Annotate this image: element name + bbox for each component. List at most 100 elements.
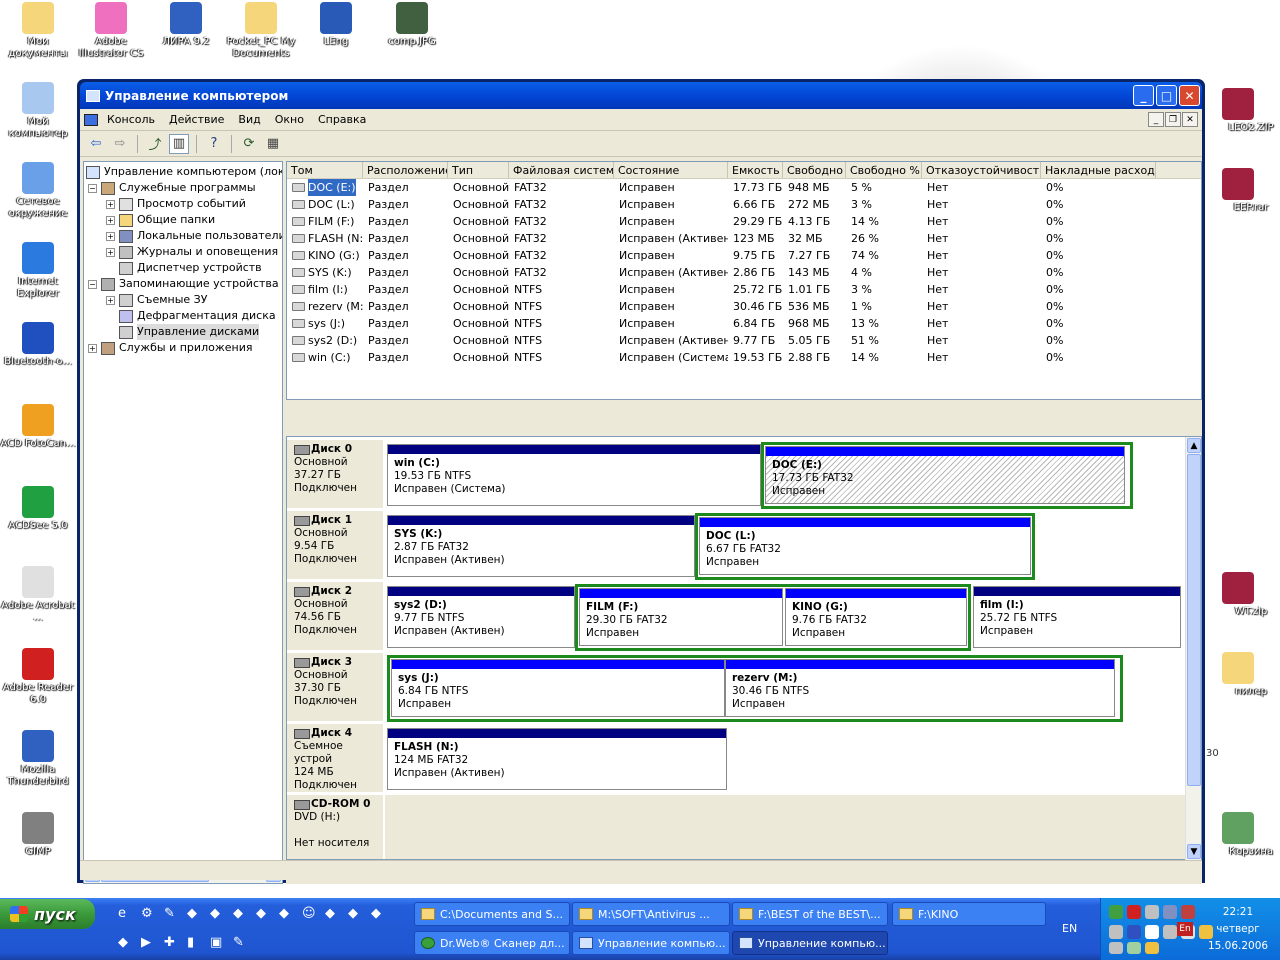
desktop-icon[interactable]: ЛИРА 9.2: [148, 2, 224, 48]
quick-launch-icon[interactable]: ✚: [164, 935, 175, 950]
table-row[interactable]: sys (J:) Раздел Основной NTFS Исправен 6.84 Г…: [287, 315, 1201, 332]
refresh-button[interactable]: ⟳: [239, 134, 259, 154]
table-row[interactable]: FILM (F:) Раздел Основной FAT32 Исправен 29.2…: [287, 213, 1201, 230]
tree-item[interactable]: − Запоминающие устройства: [88, 276, 279, 292]
menu-view[interactable]: Вид: [231, 113, 267, 126]
scroll-down-arrow[interactable]: ▼: [1187, 844, 1201, 859]
tray-icon[interactable]: [1109, 905, 1123, 919]
tree-expander[interactable]: +: [106, 199, 115, 209]
scroll-up-arrow[interactable]: ▲: [1187, 438, 1201, 453]
properties-button[interactable]: ▦: [263, 134, 283, 154]
quick-launch-icon[interactable]: ◆: [118, 935, 128, 950]
table-row[interactable]: sys2 (D:) Раздел Основной NTFS Исправен (Акт…: [287, 332, 1201, 349]
maximize-button[interactable]: □: [1156, 85, 1177, 106]
tray-icon[interactable]: [1145, 942, 1159, 954]
quick-launch-icon[interactable]: ◆: [279, 906, 289, 921]
quick-launch-icon[interactable]: ◆: [325, 906, 335, 921]
disk-label[interactable]: Диск 3 Основной 37.30 ГБ Подключен: [287, 653, 384, 721]
partition[interactable]: SYS (K:) 2.87 ГБ FAT32 Исправен (Активен): [387, 515, 695, 577]
partition[interactable]: film (I:) 25.72 ГБ NTFS Исправен: [973, 586, 1181, 648]
menu-window[interactable]: Окно: [268, 113, 311, 126]
quick-launch-icon[interactable]: ▶: [141, 935, 151, 950]
quick-launch-icon[interactable]: ▮: [187, 935, 194, 950]
tree-item[interactable]: + Просмотр событий: [106, 196, 246, 212]
partition[interactable]: rezerv (M:) 30.46 ГБ NTFS Исправен: [725, 659, 1115, 717]
menu-console[interactable]: Консоль: [100, 113, 162, 126]
tree-item[interactable]: + Службы и приложения: [88, 340, 252, 356]
desktop-icon[interactable]: comp.JPG: [374, 2, 450, 48]
table-row[interactable]: rezerv (M:) Раздел Основной NTFS Исправен 30.…: [287, 298, 1201, 315]
close-button[interactable]: ✕: [1179, 85, 1200, 106]
tray-language-icon[interactable]: En: [1177, 922, 1193, 936]
minimize-button[interactable]: _: [1133, 85, 1154, 106]
desktop-icon[interactable]: Мой компьютер: [0, 82, 76, 140]
tray-icon[interactable]: [1181, 905, 1195, 919]
disk-view-scrollbar[interactable]: ▲ ▼: [1185, 437, 1201, 860]
mdi-restore-button[interactable]: ❐: [1165, 112, 1181, 127]
desktop-icon[interactable]: Корзина: [1204, 812, 1280, 858]
desktop-icon[interactable]: пилер: [1204, 652, 1280, 698]
scroll-thumb[interactable]: [1187, 454, 1201, 786]
partition[interactable]: KINO (G:) 9.76 ГБ FAT32 Исправен: [785, 588, 967, 646]
quick-launch-icon[interactable]: ✎: [164, 906, 175, 921]
tree-expander[interactable]: −: [88, 279, 97, 289]
partition[interactable]: sys2 (D:) 9.77 ГБ NTFS Исправен (Активен): [387, 586, 575, 648]
desktop-icon[interactable]: EEP.rar: [1204, 168, 1280, 214]
column-header[interactable]: Емкость: [728, 162, 783, 178]
start-button[interactable]: пуск: [0, 899, 95, 929]
quick-launch-icon[interactable]: ✎: [233, 935, 244, 950]
language-indicator[interactable]: EN: [1062, 922, 1077, 935]
tray-icon[interactable]: [1163, 905, 1177, 919]
tray-icon[interactable]: [1109, 942, 1123, 954]
partition[interactable]: win (C:) 19.53 ГБ NTFS Исправен (Система): [387, 444, 761, 506]
quick-launch-icon[interactable]: ☺: [302, 906, 316, 921]
tree-item[interactable]: + Съемные ЗУ: [106, 292, 207, 308]
column-header[interactable]: Состояние: [614, 162, 728, 178]
partition[interactable]: FLASH (N:) 124 МБ FAT32 Исправен (Активен): [387, 728, 727, 790]
column-header[interactable]: Свободно: [783, 162, 846, 178]
partition[interactable]: DOC (L:) 6.67 ГБ FAT32 Исправен: [699, 517, 1031, 575]
desktop-icon[interactable]: Сетевое окружение: [0, 162, 76, 220]
desktop-icon[interactable]: ACDSee 5.0: [0, 486, 76, 532]
tree-item[interactable]: − Служебные программы: [88, 180, 256, 196]
tray-icon[interactable]: [1109, 925, 1123, 939]
desktop-icon[interactable]: Adobe Illustrator CS: [73, 2, 149, 60]
desktop-icon[interactable]: ACD FotoCan...: [0, 404, 76, 450]
tree-expander[interactable]: +: [106, 231, 115, 241]
disk-label[interactable]: Диск 1 Основной 9.54 ГБ Подключен: [287, 511, 384, 579]
quick-launch-icon[interactable]: ◆: [233, 906, 243, 921]
taskbar-button[interactable]: Управление компью...: [732, 931, 888, 955]
mdi-minimize-button[interactable]: _: [1148, 112, 1164, 127]
column-header[interactable]: Накладные расходы: [1041, 162, 1156, 178]
column-header[interactable]: Тип: [448, 162, 509, 178]
disk-label[interactable]: Диск 4 Съемное устрой 124 МБ Подключен: [287, 724, 384, 792]
disk-label[interactable]: CD-ROM 0 DVD (H:) Нет носителя: [287, 795, 384, 859]
mdi-close-button[interactable]: ✕: [1182, 112, 1198, 127]
desktop-icon[interactable]: LEng: [298, 2, 374, 48]
desktop-icon[interactable]: LEO2.ZIP: [1204, 88, 1280, 134]
column-header[interactable]: Отказоустойчивость: [922, 162, 1041, 178]
disk-label[interactable]: Диск 0 Основной 37.27 ГБ Подключен: [287, 440, 384, 508]
partition[interactable]: FILM (F:) 29.30 ГБ FAT32 Исправен: [579, 588, 783, 646]
taskbar-button[interactable]: F:\KINO: [892, 902, 1046, 926]
tree-item[interactable]: Управление дисками: [106, 324, 260, 340]
menu-help[interactable]: Справка: [311, 113, 373, 126]
table-row[interactable]: film (I:) Раздел Основной NTFS Исправен 25.72…: [287, 281, 1201, 298]
tree-expander[interactable]: +: [88, 343, 97, 353]
column-header[interactable]: Файловая система: [509, 162, 614, 178]
tree-root[interactable]: Управление компьютером (локаль: [86, 164, 282, 180]
table-row[interactable]: KINO (G:) Раздел Основной FAT32 Исправен 9.75…: [287, 247, 1201, 264]
tray-icon[interactable]: [1145, 925, 1159, 939]
taskbar-button[interactable]: Dr.Web® Сканер дл...: [414, 931, 570, 955]
table-row[interactable]: FLASH (N:) Раздел Основной FAT32 Исправен (А…: [287, 230, 1201, 247]
clock[interactable]: 22:21 четверг 15.06.2006: [1198, 904, 1278, 955]
tree-item[interactable]: + Журналы и оповещения пр: [106, 244, 282, 260]
tree-expander[interactable]: −: [88, 183, 97, 193]
desktop-icon[interactable]: Bluetooth-о...: [0, 322, 76, 368]
tree-item[interactable]: Дефрагментация диска: [106, 308, 276, 324]
table-row[interactable]: DOC (E:) Раздел Основной FAT32 Исправен 17.73…: [287, 179, 1201, 196]
partition[interactable]: sys (J:) 6.84 ГБ NTFS Исправен: [391, 659, 725, 717]
tray-icon[interactable]: [1163, 925, 1177, 939]
tray-icon[interactable]: [1127, 925, 1141, 939]
tree-expander[interactable]: +: [106, 247, 115, 257]
